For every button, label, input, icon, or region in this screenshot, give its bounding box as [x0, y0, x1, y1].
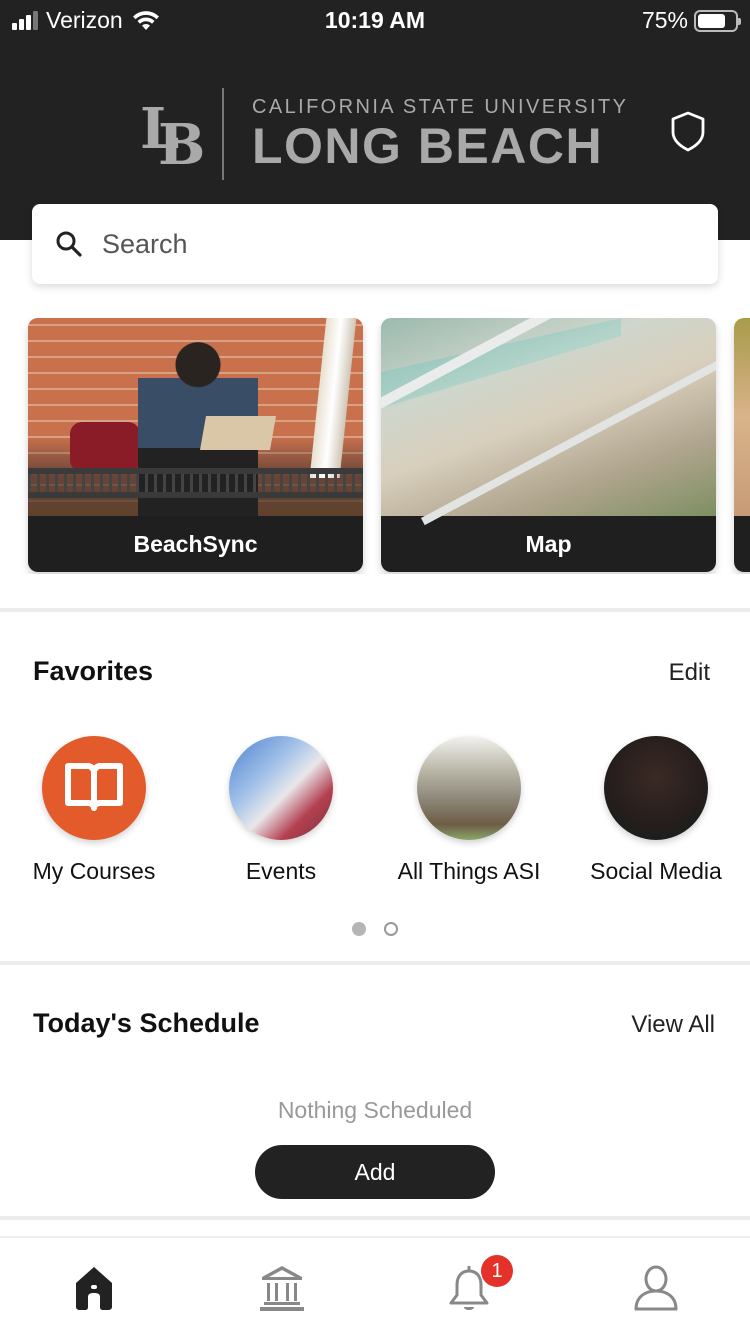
- map-photo: [381, 318, 716, 526]
- partial-card-photo: [734, 318, 750, 516]
- favorite-label: All Things ASI: [397, 858, 541, 884]
- book-icon: [42, 736, 146, 840]
- favorite-label: Events: [245, 858, 317, 884]
- section-divider: [0, 608, 750, 612]
- view-all-button[interactable]: View All: [631, 1011, 715, 1039]
- person-icon: [634, 1265, 678, 1311]
- card-map[interactable]: Map: [381, 318, 716, 572]
- tab-campus[interactable]: [252, 1260, 312, 1316]
- notification-badge: 1: [481, 1255, 513, 1287]
- page-indicator: [0, 922, 750, 936]
- clock: 10:19 AM: [324, 7, 426, 33]
- institution-icon: [260, 1266, 304, 1311]
- section-divider: [0, 961, 750, 965]
- logo-line1: CALIFORNIA STATE UNIVERSITY: [252, 95, 629, 118]
- beachsync-photo: [28, 318, 363, 516]
- empty-schedule-text: Nothing Scheduled: [277, 1097, 473, 1123]
- page-dot-active[interactable]: [352, 922, 366, 936]
- search-bar[interactable]: [32, 204, 718, 284]
- card-label: BeachSync: [28, 516, 363, 572]
- feature-carousel[interactable]: BeachSync Map: [0, 318, 750, 574]
- card-beachsync[interactable]: BeachSync: [28, 318, 363, 572]
- card-partial[interactable]: [734, 318, 750, 572]
- tab-home[interactable]: [64, 1260, 124, 1316]
- section-divider: [0, 1216, 750, 1220]
- card-label: Map: [381, 516, 716, 572]
- battery-icon: [694, 9, 741, 32]
- tab-bar: [0, 1236, 750, 1334]
- favorite-my-courses[interactable]: My Courses: [4, 736, 184, 885]
- logo-divider: [222, 88, 224, 180]
- shield-icon[interactable]: [668, 110, 708, 152]
- search-input[interactable]: [102, 228, 662, 260]
- page-dot[interactable]: [384, 922, 398, 936]
- card-label: [734, 516, 750, 572]
- favorites-title: Favorites: [33, 656, 154, 686]
- favorite-label: My Courses: [32, 858, 156, 884]
- tab-profile[interactable]: [626, 1260, 686, 1316]
- favorites-edit-button[interactable]: Edit: [669, 659, 710, 687]
- favorite-label: Social Media: [590, 858, 722, 884]
- schedule-title: Today's Schedule: [33, 1008, 260, 1038]
- status-right: 75%: [641, 7, 741, 34]
- university-logo: LB CALIFORNIA STATE UNIVERSITY LONG BEAC…: [138, 88, 628, 180]
- favorite-social-media[interactable]: Social Media: [566, 736, 746, 885]
- battery-percent: 75%: [641, 7, 688, 33]
- lb-monogram-icon: LB: [140, 96, 206, 178]
- logo-line2: LONG BEACH: [252, 117, 604, 174]
- add-button[interactable]: Add: [255, 1145, 495, 1199]
- asi-building-photo: [417, 736, 521, 840]
- favorite-events[interactable]: Events: [191, 736, 371, 885]
- logo-wordmark: CALIFORNIA STATE UNIVERSITY LONG BEACH: [252, 96, 628, 173]
- home-icon: [76, 1267, 112, 1310]
- search-icon: [56, 231, 82, 257]
- home-screen: Verizon 10:19 AM 75% LB CALIFORNIA STATE…: [0, 0, 750, 1334]
- favorite-all-things-asi[interactable]: All Things ASI: [379, 736, 559, 885]
- social-media-photo: [604, 736, 708, 840]
- events-photo: [229, 736, 333, 840]
- status-bar: Verizon 10:19 AM 75%: [0, 0, 750, 42]
